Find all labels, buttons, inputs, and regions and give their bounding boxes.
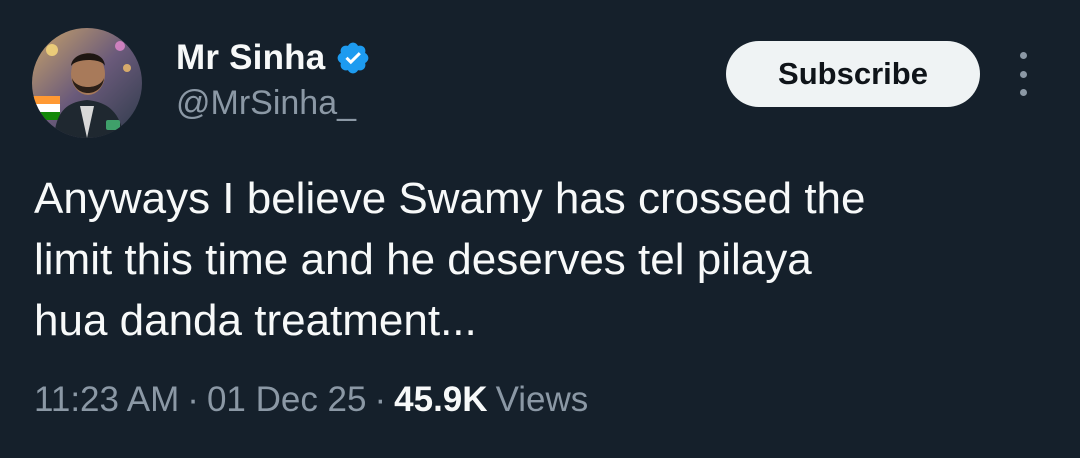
tweet-time[interactable]: 11:23 AM xyxy=(34,380,179,420)
more-dot xyxy=(1019,70,1027,78)
more-dot xyxy=(1019,52,1027,59)
tweet-meta: 11:23 AM · 01 Dec 25 · 45.9K Views xyxy=(34,380,588,420)
tweet-date[interactable]: 01 Dec 25 xyxy=(207,380,367,420)
author-handle[interactable]: @MrSinha_ xyxy=(176,84,356,123)
verified-badge-icon[interactable] xyxy=(335,40,371,76)
views-label[interactable]: Views xyxy=(496,380,589,420)
more-options-icon[interactable] xyxy=(1008,52,1038,96)
avatar-photo xyxy=(32,28,142,138)
meta-separator: · xyxy=(187,380,199,419)
author-avatar[interactable] xyxy=(32,28,142,138)
author-name-row: Mr Sinha xyxy=(176,36,371,80)
author-display-name[interactable]: Mr Sinha xyxy=(176,38,325,78)
tweet-card: Mr Sinha @MrSinha_ Subscribe Anyways I b… xyxy=(0,0,1080,458)
tweet-text: Anyways I believe Swamy has crossed the … xyxy=(34,174,866,345)
subscribe-button[interactable]: Subscribe xyxy=(726,41,980,107)
more-dot xyxy=(1019,89,1027,96)
meta-separator: · xyxy=(374,380,387,419)
views-count[interactable]: 45.9K xyxy=(394,380,487,420)
